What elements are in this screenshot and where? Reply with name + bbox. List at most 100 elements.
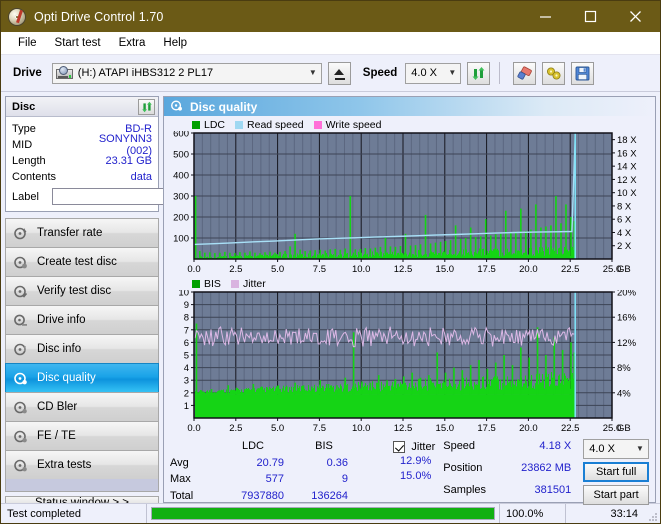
sidebar-label: FE / TE xyxy=(37,430,76,442)
disc-verify-icon xyxy=(13,284,30,299)
svg-text:12 X: 12 X xyxy=(617,175,637,186)
disc-quality-icon xyxy=(170,99,184,115)
svg-text:20.0: 20.0 xyxy=(519,423,538,434)
minimize-icon[interactable] xyxy=(523,1,568,32)
speed-stat-value: 4.18 X xyxy=(539,440,572,452)
speed-select[interactable]: 4.0 X ▼ xyxy=(405,62,462,84)
sidebar-item-create-test-disc[interactable]: Create test disc xyxy=(5,247,159,276)
sidebar-item-drive-info[interactable]: Drive info xyxy=(5,305,159,334)
disc-refresh-button[interactable] xyxy=(138,98,155,115)
save-button[interactable] xyxy=(571,61,595,85)
jitter-checkbox[interactable] xyxy=(393,440,406,453)
disc-panel-title: Disc xyxy=(12,100,36,113)
ldc-legend: LDC Read speed Write speed xyxy=(164,118,655,131)
svg-text:12.5: 12.5 xyxy=(394,264,413,275)
legend-swatch-bis xyxy=(192,279,200,288)
save-icon xyxy=(575,66,590,80)
svg-text:9: 9 xyxy=(184,300,189,311)
menu-file[interactable]: File xyxy=(9,35,46,51)
sidebar-item-extra-tests[interactable]: Extra tests xyxy=(5,450,159,479)
disc-tools-button[interactable] xyxy=(542,61,566,85)
svg-text:17.5: 17.5 xyxy=(477,423,496,434)
legend-swatch-write-speed xyxy=(313,120,322,129)
svg-text:600: 600 xyxy=(173,131,189,140)
eraser-icon xyxy=(517,65,532,80)
disc-transfer-icon xyxy=(13,226,30,241)
sidebar-item-cd-bler[interactable]: CD Bler xyxy=(5,392,159,421)
svg-text:14 X: 14 X xyxy=(617,162,637,173)
jitter-toggle-row[interactable]: Jitter xyxy=(356,439,435,454)
legend-swatch-jitter xyxy=(230,279,239,288)
disc-row-contents: Contents data xyxy=(12,169,152,185)
close-icon[interactable] xyxy=(613,1,658,32)
svg-text:8: 8 xyxy=(184,313,189,324)
app-window: Opti Drive Control 1.70 File Start test … xyxy=(0,0,661,524)
stats-corner xyxy=(170,439,214,454)
svg-text:16%: 16% xyxy=(617,313,637,324)
start-full-button[interactable]: Start full xyxy=(583,462,649,482)
disc-mid-label: MID xyxy=(12,139,33,151)
disc-row-length: Length 23.31 GB xyxy=(12,153,152,169)
toolbar-separator xyxy=(499,62,501,84)
start-part-button[interactable]: Start part xyxy=(583,485,649,505)
speed-stat-label: Speed xyxy=(443,440,476,452)
svg-text:1: 1 xyxy=(184,401,189,412)
progress-fill xyxy=(152,508,494,519)
stats-header-bis: BIS xyxy=(315,440,333,452)
drive-select-value: (H:) ATAPI iHBS312 2 PL17 xyxy=(77,67,214,79)
maximize-icon[interactable] xyxy=(568,1,613,32)
sidebar-item-fe-te[interactable]: FE / TE xyxy=(5,421,159,450)
ldc-plot[interactable]: 100 200 300 400 500 600 2 X 4 X 6 X 8 X 10 X 12 X 14… xyxy=(164,131,655,277)
sidebar-label: Transfer rate xyxy=(37,227,103,239)
svg-text:5.0: 5.0 xyxy=(271,423,284,434)
disc-quality-icon xyxy=(13,371,30,386)
eject-button[interactable] xyxy=(327,61,351,85)
bis-plot[interactable]: 1 2 3 4 5 6 7 8 9 10 4% 8% 12% 16% 20% 0.0 2.5 5.0 7.5 10.0… xyxy=(164,290,655,436)
sidebar-label: Disc quality xyxy=(37,372,96,384)
refresh-icon xyxy=(141,101,152,112)
speed-position-grid: Speed 4.18 X Position 23862 MB Samples 3… xyxy=(443,439,577,505)
svg-text:500: 500 xyxy=(173,150,189,161)
jitter-box: Jitter 12.9% 15.0% xyxy=(356,439,435,505)
legend-swatch-read-speed xyxy=(235,120,244,129)
disc-row-mid: MID SONYNN3 (002) xyxy=(12,133,152,157)
samples-stat-value: 381501 xyxy=(534,484,572,496)
svg-text:4 X: 4 X xyxy=(617,228,632,239)
sidebar-item-disc-quality[interactable]: Disc quality xyxy=(5,363,159,392)
stats-total-bis: 136264 xyxy=(311,489,348,502)
svg-text:18 X: 18 X xyxy=(617,135,637,146)
menu-extra[interactable]: Extra xyxy=(110,35,155,51)
drive-select[interactable]: (H:) ATAPI iHBS312 2 PL17 ▼ xyxy=(51,62,322,84)
refresh-button[interactable] xyxy=(467,61,491,85)
sidebar-item-disc-info[interactable]: Disc info xyxy=(5,334,159,363)
optical-drive-icon xyxy=(55,66,73,80)
svg-text:8%: 8% xyxy=(617,363,631,374)
disc-info-icon xyxy=(13,342,30,357)
svg-text:2: 2 xyxy=(184,388,189,399)
disc-info-rows: Type BD-R MID SONYNN3 (002) Length 23.31… xyxy=(6,117,254,211)
app-disc-pen-icon xyxy=(8,8,26,26)
main-area: Disc Type BD-R MID SONYNN3 (002) Length … xyxy=(1,92,660,510)
eject-icon xyxy=(334,69,345,75)
disc-drive-icon xyxy=(13,313,30,328)
stats-row-label-avg: Avg xyxy=(170,456,189,469)
menu-bar: File Start test Extra Help xyxy=(1,32,660,55)
sidebar-item-verify-test-disc[interactable]: Verify test disc xyxy=(5,276,159,305)
menu-start-test[interactable]: Start test xyxy=(46,35,110,51)
svg-text:7.5: 7.5 xyxy=(313,423,326,434)
svg-text:22.5: 22.5 xyxy=(561,423,580,434)
bis-chart: BIS Jitter 1 2 3 4 5 6 7 8 9 10 4% 8% 12% 16% 20% 0.0 2.… xyxy=(164,277,655,436)
svg-text:0.0: 0.0 xyxy=(187,423,200,434)
sidebar-spacer xyxy=(5,479,159,492)
svg-text:3: 3 xyxy=(184,376,189,387)
test-speed-select[interactable]: 4.0 X ▼ xyxy=(583,439,649,459)
status-message: Test completed xyxy=(1,504,147,523)
disc-bler-icon xyxy=(13,400,30,415)
legend-label-read-speed: Read speed xyxy=(247,118,304,131)
chevron-down-icon: ▼ xyxy=(308,68,317,77)
svg-text:10: 10 xyxy=(178,290,189,299)
erase-disc-button[interactable] xyxy=(513,61,537,85)
sidebar-item-transfer-rate[interactable]: Transfer rate xyxy=(5,218,159,247)
menu-help[interactable]: Help xyxy=(154,35,196,51)
svg-text:400: 400 xyxy=(173,171,189,182)
